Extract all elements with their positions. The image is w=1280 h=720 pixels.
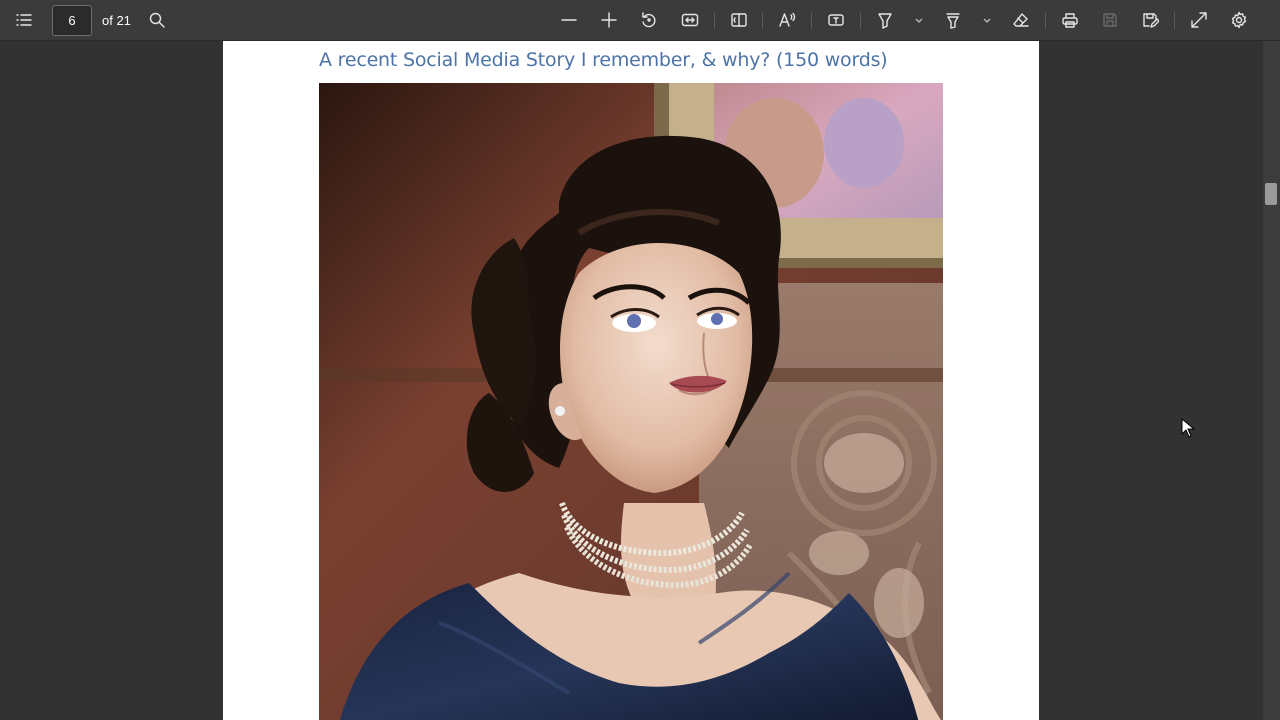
vertical-scrollbar[interactable] [1263, 41, 1280, 720]
erase-icon [1013, 13, 1029, 27]
save-button[interactable] [1095, 5, 1125, 35]
zoom-in-button[interactable] [594, 5, 624, 35]
page-view-button[interactable] [724, 5, 754, 35]
toolbar-separator [811, 12, 812, 29]
settings-icon [1231, 11, 1247, 29]
save-icon [1103, 13, 1117, 27]
highlight-icon [946, 13, 960, 29]
toolbar-separator [714, 12, 715, 29]
highlight-button[interactable] [938, 5, 968, 35]
draw-button[interactable] [870, 5, 900, 35]
erase-button[interactable] [1006, 5, 1036, 35]
chevron-down-icon [983, 18, 991, 23]
fullscreen-button[interactable] [1184, 5, 1214, 35]
save-as-button[interactable] [1135, 5, 1165, 35]
toolbar-separator [762, 12, 763, 29]
draw-icon [878, 13, 892, 29]
highlight-options-dropdown[interactable] [980, 10, 994, 30]
list-icon [16, 14, 32, 26]
chevron-down-icon [915, 18, 923, 23]
page-view-icon [731, 13, 747, 27]
toolbar-separator [860, 12, 861, 29]
zoom-out-button[interactable] [554, 5, 584, 35]
draw-options-dropdown[interactable] [912, 10, 926, 30]
pdf-toolbar: 6 of 21 [0, 0, 1280, 41]
fit-to-width-button[interactable] [675, 5, 705, 35]
zoom-in-icon [601, 12, 617, 28]
rotate-icon [642, 12, 656, 28]
print-icon [1062, 13, 1078, 28]
page-heading: A recent Social Media Story I remember, … [319, 49, 888, 71]
scrollbar-thumb[interactable] [1265, 183, 1277, 205]
page-number-input[interactable]: 6 [52, 5, 92, 36]
page-count-label: of 21 [102, 13, 131, 28]
add-text-button[interactable] [821, 5, 851, 35]
rotate-button[interactable] [634, 5, 664, 35]
toolbar-separator [1045, 12, 1046, 29]
print-button[interactable] [1055, 5, 1085, 35]
text-box-icon [828, 14, 844, 26]
pdf-page: A recent Social Media Story I remember, … [223, 41, 1039, 720]
settings-button[interactable] [1224, 5, 1254, 35]
read-aloud-icon [779, 12, 796, 27]
search-button[interactable] [142, 5, 172, 35]
zoom-out-icon [561, 19, 577, 21]
fullscreen-icon [1191, 12, 1207, 28]
toolbar-separator [1174, 12, 1175, 29]
read-aloud-button[interactable] [772, 5, 802, 35]
save-as-icon [1143, 13, 1159, 28]
portrait-photo [319, 83, 943, 720]
search-icon [149, 12, 165, 28]
fit-width-icon [681, 13, 699, 27]
mouse-cursor-icon [1181, 418, 1195, 438]
table-of-contents-button[interactable] [9, 5, 39, 35]
